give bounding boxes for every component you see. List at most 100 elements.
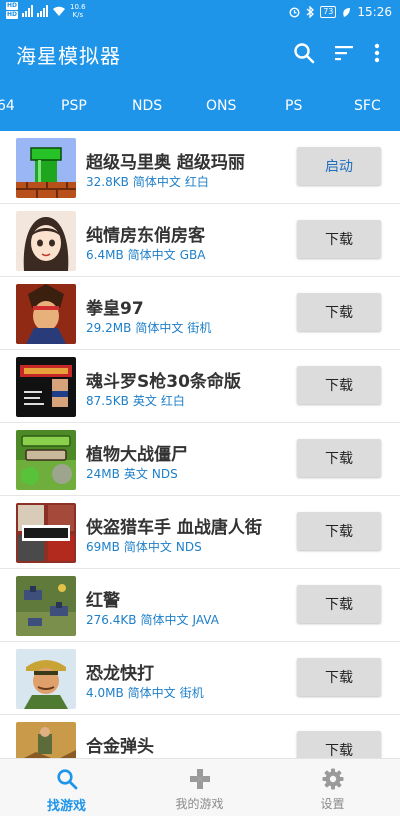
signal-2-icon <box>37 4 49 17</box>
game-title: 恐龙快打 <box>86 664 154 684</box>
game-platform: 街机 <box>179 686 204 700</box>
screen: HD HD 10.6 K/s 73 15:26 海星模拟器 64 PSP NDS… <box>0 0 400 816</box>
nav-settings[interactable]: 设置 <box>266 759 399 816</box>
signal-1-icon <box>22 4 34 17</box>
game-cover-image <box>16 576 76 636</box>
tab-ps[interactable]: PS <box>285 98 302 114</box>
game-size: 276.4KB <box>86 613 137 627</box>
game-cover-image <box>16 649 76 709</box>
status-bar: HD HD 10.6 K/s 73 15:26 <box>0 0 400 26</box>
list-item[interactable]: 红警 276.4KB 简体中文 JAVA 下载 <box>0 569 400 642</box>
clock: 15:26 <box>357 5 392 19</box>
nav-my-games[interactable]: 我的游戏 <box>133 759 266 816</box>
download-button[interactable]: 下载 <box>297 366 381 404</box>
game-title: 植物大战僵尸 <box>86 445 188 465</box>
game-meta: 29.2MB 简体中文 街机 <box>86 319 211 336</box>
game-platform: 红白 <box>184 175 209 189</box>
game-cover-image <box>16 211 76 271</box>
platform-tabs: 64 PSP NDS ONS PS SFC <box>0 82 400 131</box>
tab-64[interactable]: 64 <box>0 98 15 114</box>
download-button[interactable]: 下载 <box>297 585 381 623</box>
more-vert-icon[interactable] <box>362 38 392 68</box>
game-platform: JAVA <box>192 613 219 627</box>
game-title: 拳皇97 <box>86 299 144 319</box>
download-button[interactable]: 下载 <box>297 731 381 758</box>
game-cover-image <box>16 722 76 758</box>
game-meta: 87.5KB 英文 红白 <box>86 392 185 409</box>
game-language: 简体中文 <box>123 540 172 554</box>
game-language: 英文 <box>123 467 148 481</box>
game-language: 简体中文 <box>140 613 189 627</box>
list-item[interactable]: 恐龙快打 4.0MB 简体中文 街机 下载 <box>0 642 400 715</box>
gamepad-icon <box>189 769 210 789</box>
bluetooth-icon <box>306 6 315 18</box>
game-platform: NDS <box>151 467 178 481</box>
gear-icon <box>322 768 343 790</box>
game-platform: NDS <box>175 540 202 554</box>
list-item[interactable]: 植物大战僵尸 24MB 英文 NDS 下载 <box>0 423 400 496</box>
app-title: 海星模拟器 <box>16 44 121 68</box>
tab-nds[interactable]: NDS <box>132 98 162 114</box>
tab-sfc[interactable]: SFC <box>354 98 381 114</box>
game-cover-image <box>16 357 76 417</box>
tab-ons[interactable]: ONS <box>206 98 236 114</box>
game-size: 32.8KB <box>86 175 129 189</box>
game-size: 29.2MB <box>86 321 132 335</box>
game-language: 英文 <box>132 394 157 408</box>
hd-badges: HD HD <box>6 2 19 19</box>
list-item[interactable]: 侠盗猎车手 血战唐人街 69MB 简体中文 NDS 下载 <box>0 496 400 569</box>
game-meta: 24MB 英文 NDS <box>86 465 178 482</box>
status-right: 73 15:26 <box>289 5 392 19</box>
game-platform: 红白 <box>160 394 185 408</box>
game-meta: 4.0MB 简体中文 街机 <box>86 684 204 701</box>
leaf-icon <box>343 7 351 17</box>
game-list: 超级马里奥 超级玛丽 32.8KB 简体中文 红白 启动 纯情房东俏房客 6.4… <box>0 131 400 758</box>
download-button[interactable]: 下载 <box>297 220 381 258</box>
net-speed-unit: K/s <box>72 10 84 19</box>
list-item[interactable]: 魂斗罗S枪30条命版 87.5KB 英文 红白 下载 <box>0 350 400 423</box>
alarm-icon <box>289 7 300 18</box>
sort-icon[interactable] <box>329 38 359 68</box>
bottom-navigation: 找游戏 我的游戏 设置 <box>0 758 400 816</box>
game-language: 简体中文 <box>135 321 184 335</box>
download-button[interactable]: 下载 <box>297 293 381 331</box>
game-title: 纯情房东俏房客 <box>86 226 205 246</box>
list-item[interactable]: 超级马里奥 超级玛丽 32.8KB 简体中文 红白 启动 <box>0 131 400 204</box>
download-button[interactable]: 下载 <box>297 512 381 550</box>
status-left: HD HD 10.6 K/s <box>6 2 86 19</box>
game-size: 24MB <box>86 467 120 481</box>
launch-button[interactable]: 启动 <box>297 147 381 185</box>
game-language: 简体中文 <box>127 248 176 262</box>
nav-find-games[interactable]: 找游戏 <box>0 759 133 816</box>
game-cover-image <box>16 284 76 344</box>
nav-label: 找游戏 <box>46 799 86 814</box>
list-item[interactable]: 拳皇97 29.2MB 简体中文 街机 下载 <box>0 277 400 350</box>
game-cover-image <box>16 138 76 198</box>
game-title: 红警 <box>86 591 120 611</box>
app-bar: 海星模拟器 <box>0 26 400 82</box>
net-speed: 10.6 K/s <box>70 3 86 19</box>
game-meta: 6.4MB 简体中文 GBA <box>86 246 205 263</box>
game-size: 69MB <box>86 540 120 554</box>
game-language: 简体中文 <box>127 686 176 700</box>
game-platform: GBA <box>179 248 206 262</box>
game-size: 6.4MB <box>86 248 124 262</box>
net-speed-value: 10.6 <box>70 2 86 11</box>
game-title: 魂斗罗S枪30条命版 <box>86 372 241 392</box>
battery-indicator: 73 <box>320 6 337 18</box>
download-button[interactable]: 下载 <box>297 658 381 696</box>
nav-label: 我的游戏 <box>175 797 224 811</box>
download-button[interactable]: 下载 <box>297 439 381 477</box>
list-item[interactable]: 纯情房东俏房客 6.4MB 简体中文 GBA 下载 <box>0 204 400 277</box>
search-icon[interactable] <box>289 38 319 68</box>
list-item[interactable]: 合金弹头 下载 <box>0 715 400 758</box>
game-cover-image <box>16 503 76 563</box>
game-size: 4.0MB <box>86 686 124 700</box>
tab-psp[interactable]: PSP <box>61 98 87 114</box>
game-meta: 69MB 简体中文 NDS <box>86 538 202 555</box>
game-title: 超级马里奥 超级玛丽 <box>86 153 245 173</box>
game-cover-image <box>16 430 76 490</box>
game-platform: 街机 <box>187 321 212 335</box>
game-language: 简体中文 <box>132 175 181 189</box>
game-title: 侠盗猎车手 血战唐人街 <box>86 518 262 538</box>
